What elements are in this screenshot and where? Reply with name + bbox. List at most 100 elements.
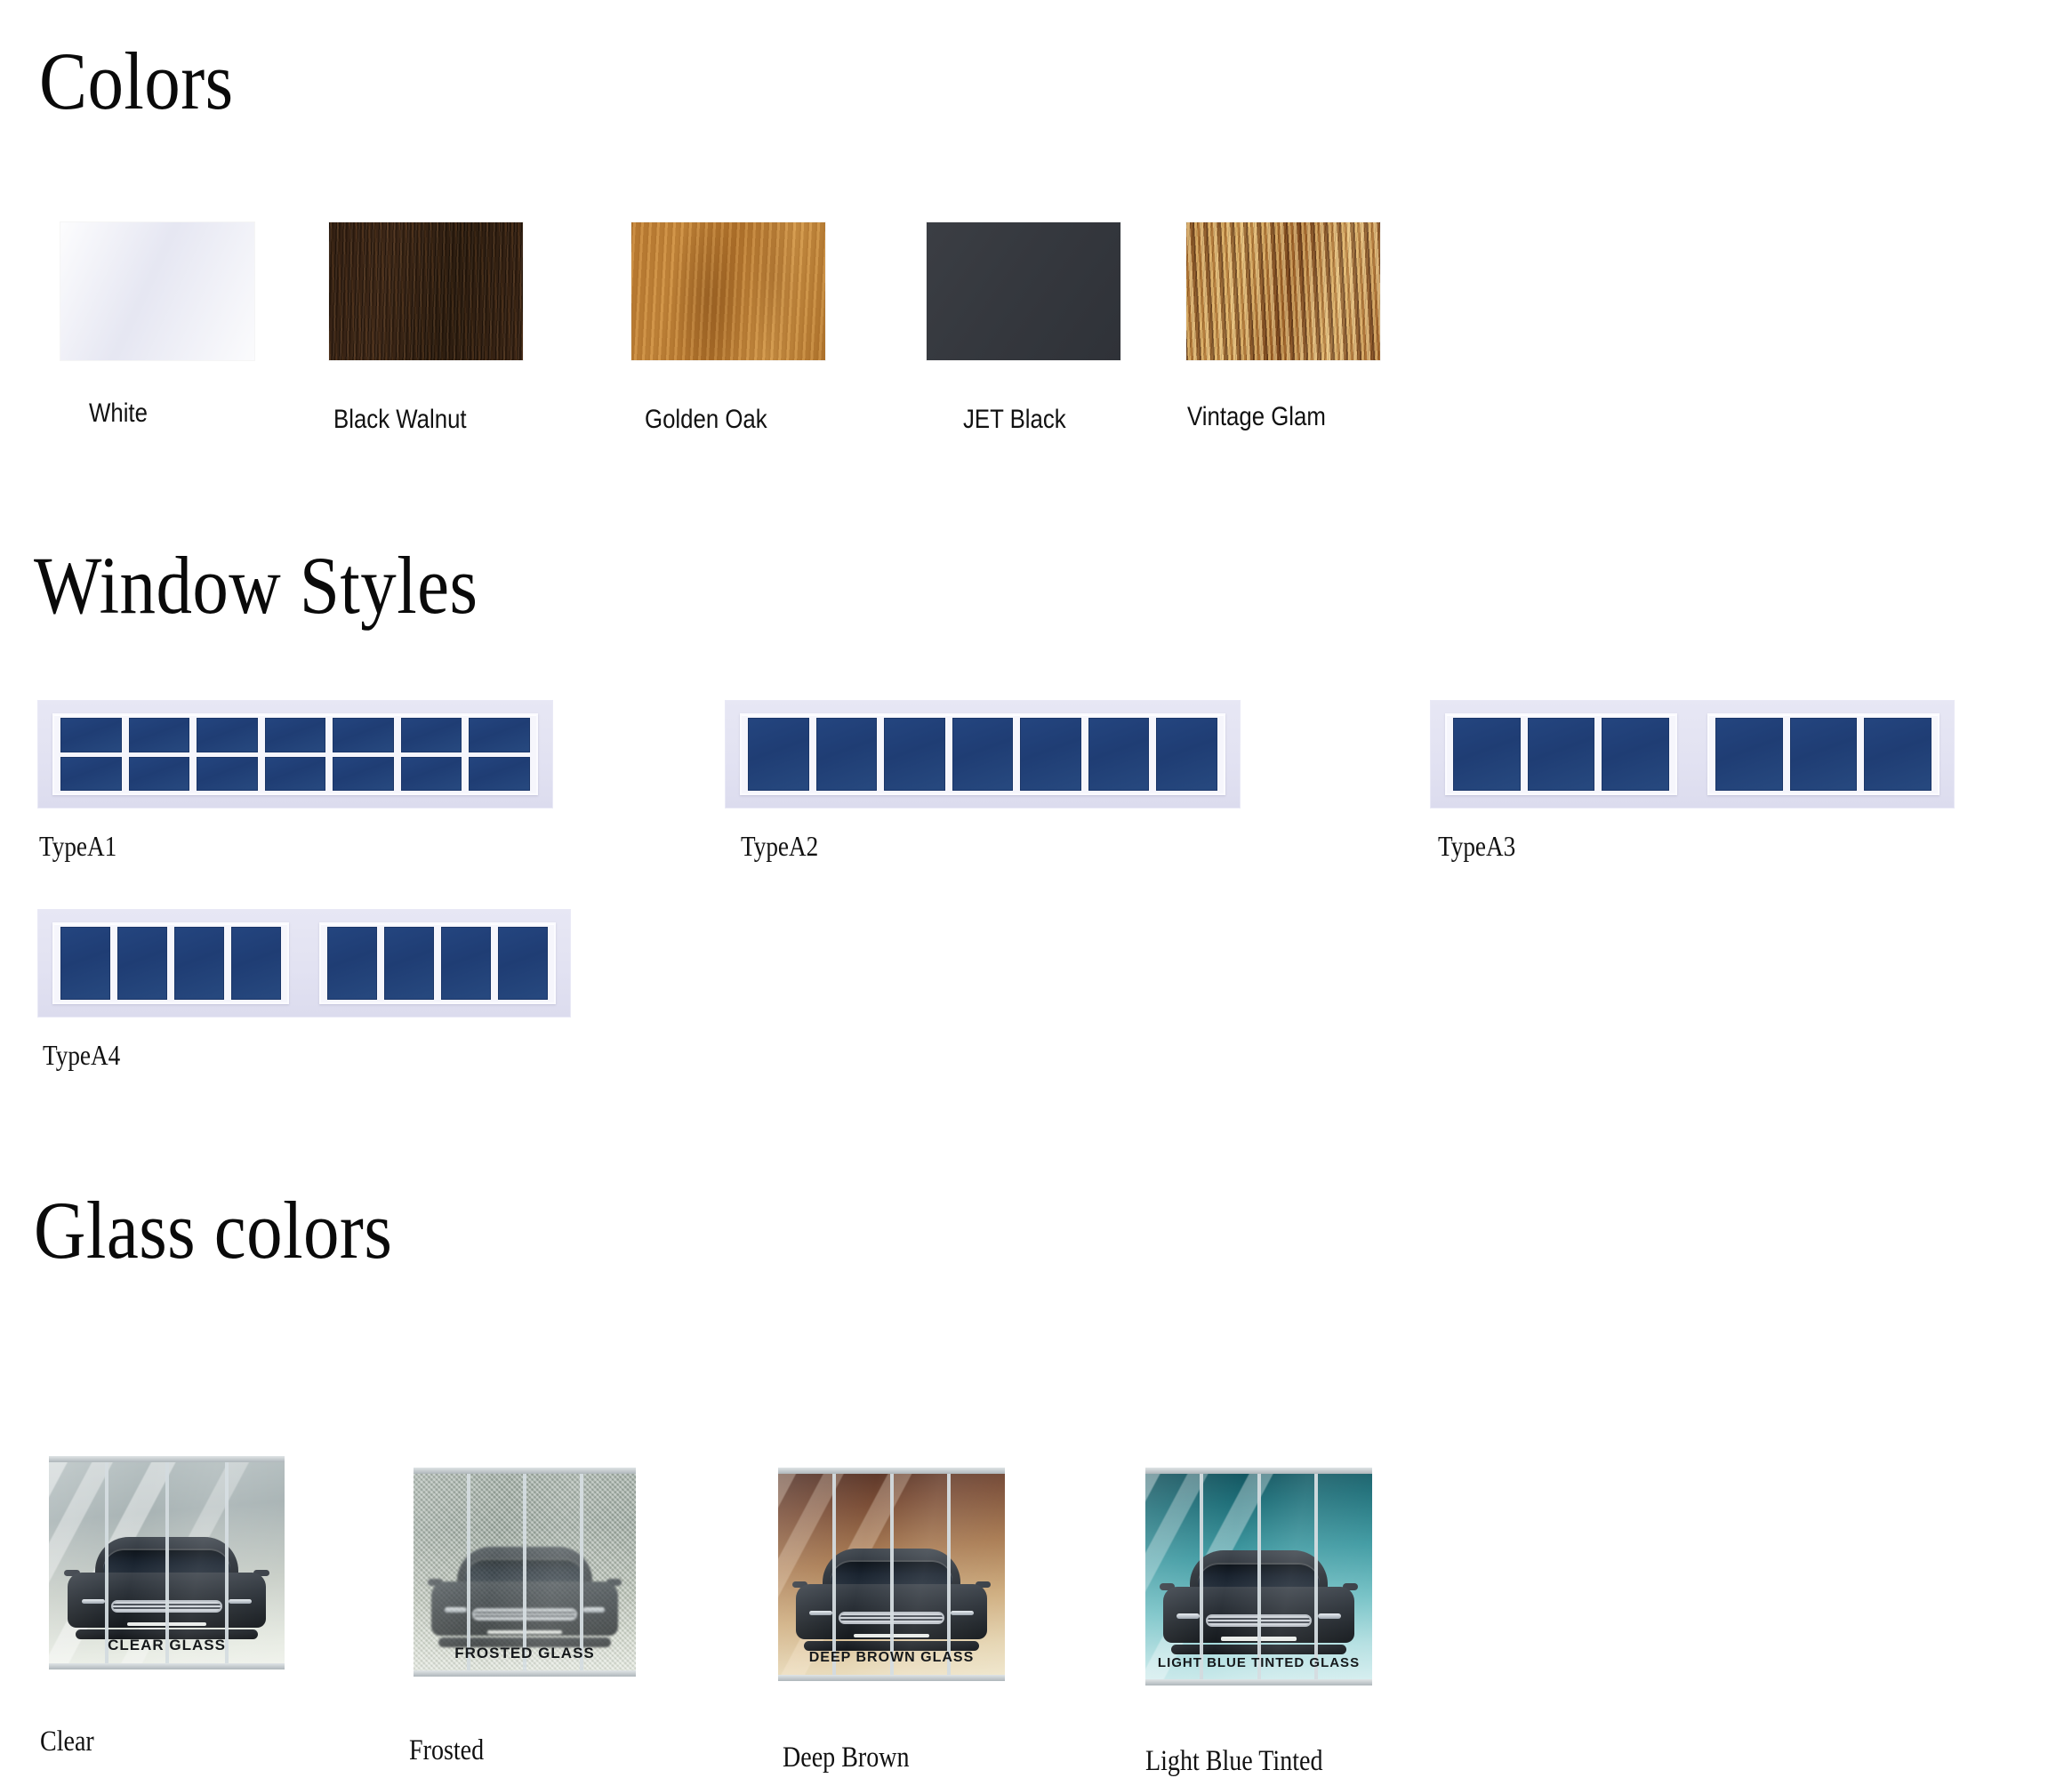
pane-column: [1789, 718, 1858, 791]
window-pane: [441, 927, 491, 1000]
window-pane-group: [1445, 713, 1677, 795]
glass-panel: [1199, 1468, 1257, 1685]
pane-column: [197, 718, 258, 791]
window-style-label-typea1: TypeA1: [39, 830, 117, 862]
glass-frame-top: [1145, 1468, 1372, 1474]
glass-frame-bottom: [414, 1670, 636, 1677]
glass-tile-light-blue-tinted[interactable]: LIGHT BLUE TINTED GLASS: [1145, 1468, 1372, 1685]
window-pane: [327, 927, 377, 1000]
pane-column: [952, 718, 1014, 791]
window-pane: [174, 927, 224, 1000]
window-style-typea3[interactable]: [1430, 700, 1955, 809]
glass-caption-light-blue-tinted: LIGHT BLUE TINTED GLASS: [1157, 1654, 1361, 1670]
window-style-label-typea2: TypeA2: [741, 830, 819, 862]
window-pane: [128, 718, 190, 752]
glass-tile-deep-brown[interactable]: DEEP BROWN GLASS: [778, 1468, 1005, 1681]
glass-frame-top: [414, 1468, 636, 1474]
pane-column: [469, 718, 531, 791]
glass-label-frosted: Frosted: [409, 1734, 485, 1766]
glass-caption-clear: CLEAR GLASS: [108, 1637, 226, 1654]
window-pane: [1527, 718, 1595, 791]
window-style-label-typea3: TypeA3: [1438, 830, 1516, 862]
pane-column: [128, 718, 190, 791]
window-pane-group: [1707, 713, 1939, 795]
window-pane-group: [319, 922, 556, 1004]
golden-oak-swatch[interactable]: [631, 222, 825, 360]
window-pane: [231, 927, 281, 1000]
window-pane: [333, 756, 394, 791]
glass-panel: [831, 1468, 890, 1681]
window-pane: [498, 927, 548, 1000]
black-walnut-swatch[interactable]: [329, 222, 523, 360]
window-styles-section-heading: Window Styles: [34, 540, 478, 631]
pane-column: [748, 718, 809, 791]
pane-column: [174, 927, 224, 1000]
glass-panel: [1314, 1468, 1372, 1685]
pane-column: [1020, 718, 1081, 791]
pane-column: [60, 718, 122, 791]
window-pane-group: [52, 713, 538, 795]
pane-column: [884, 718, 945, 791]
window-pane: [1453, 718, 1521, 791]
window-style-label-typea4: TypeA4: [43, 1039, 121, 1071]
window-pane: [128, 756, 190, 791]
swatch-label-white: White: [89, 398, 148, 428]
pane-column: [117, 927, 167, 1000]
window-pane: [1602, 718, 1670, 791]
window-style-typea1[interactable]: [37, 700, 553, 809]
glass-panel: [947, 1468, 1005, 1681]
pane-column: [1864, 718, 1932, 791]
window-pane: [60, 756, 122, 791]
pane-column: [1453, 718, 1521, 791]
glass-label-clear: Clear: [40, 1726, 94, 1758]
white-swatch[interactable]: [60, 222, 254, 360]
glass-label-light-blue-tinted: Light Blue Tinted: [1145, 1745, 1323, 1777]
window-pane: [60, 718, 122, 752]
swatch-label-vintage-glam: Vintage Glam: [1187, 402, 1326, 431]
glass-panel: [889, 1468, 948, 1681]
pane-column: [327, 927, 377, 1000]
window-pane: [1789, 718, 1858, 791]
pane-column: [498, 927, 548, 1000]
window-pane: [469, 756, 531, 791]
swatch-label-jet-black: JET Black: [963, 405, 1066, 434]
window-pane: [748, 718, 809, 791]
glass-panel: [778, 1468, 832, 1681]
window-pane: [1088, 718, 1150, 791]
window-pane: [952, 718, 1014, 791]
pane-column: [231, 927, 281, 1000]
window-pane-group: [740, 713, 1225, 795]
glass-frame-top: [778, 1468, 1005, 1474]
window-style-typea2[interactable]: [725, 700, 1241, 809]
window-pane: [333, 718, 394, 752]
window-pane-group: [52, 922, 289, 1004]
window-pane: [60, 927, 110, 1000]
swatch-label-black-walnut: Black Walnut: [333, 405, 467, 434]
vintage-glam-swatch[interactable]: [1186, 222, 1380, 360]
window-pane: [884, 718, 945, 791]
pane-column: [1527, 718, 1595, 791]
window-pane: [400, 718, 462, 752]
pane-column: [1715, 718, 1783, 791]
pane-column: [1602, 718, 1670, 791]
pane-column: [1088, 718, 1150, 791]
glass-caption-frosted: FROSTED GLASS: [454, 1644, 595, 1661]
pane-column: [384, 927, 434, 1000]
glass-panel: [1257, 1468, 1315, 1685]
window-pane: [264, 756, 326, 791]
glass-frame-bottom: [1145, 1679, 1372, 1685]
catalog-page: Colors White Black Walnut Golden Oak JET…: [0, 0, 2072, 1777]
jet-black-swatch[interactable]: [927, 222, 1120, 360]
pane-column: [1156, 718, 1218, 791]
glass-tile-clear[interactable]: CLEAR GLASS: [49, 1456, 285, 1669]
pane-column: [400, 718, 462, 791]
pane-column: [333, 718, 394, 791]
window-style-typea4[interactable]: [37, 909, 571, 1018]
window-pane: [1864, 718, 1932, 791]
glass-mullions: [778, 1468, 1005, 1681]
glass-colors-section-heading: Glass colors: [34, 1185, 393, 1275]
glass-tile-frosted[interactable]: FROSTED GLASS: [414, 1468, 636, 1677]
window-group-gap: [289, 922, 319, 1004]
pane-column: [441, 927, 491, 1000]
window-pane: [1715, 718, 1783, 791]
